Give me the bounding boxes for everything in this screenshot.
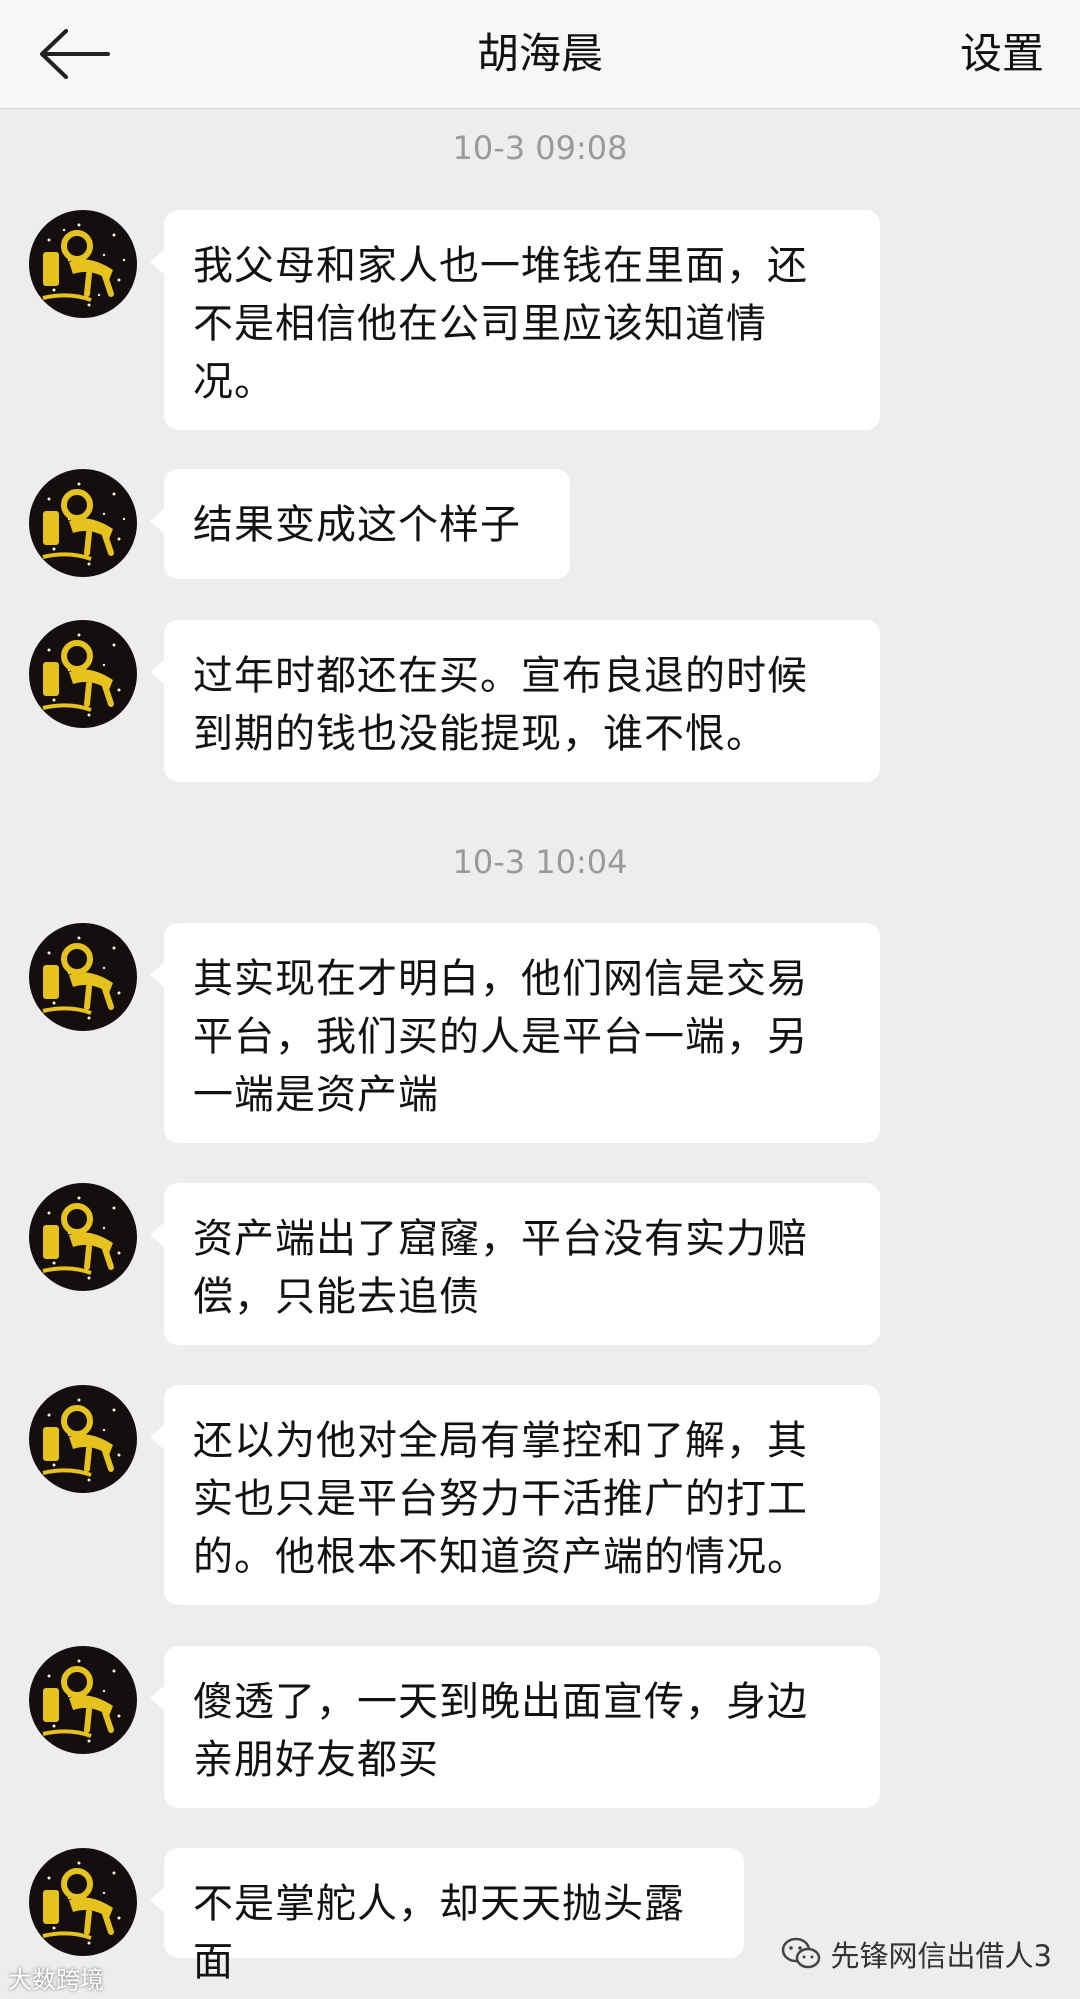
lion-avatar-icon [42, 1861, 121, 1945]
message-bubble[interactable]: 还以为他对全局有掌控和了解，其 实也只是平台努力干活推广的打工 的。他根本不知道… [150, 1385, 880, 1605]
lion-avatar-icon [42, 633, 121, 717]
chat-title: 胡海晨 [476, 29, 603, 78]
avatar[interactable] [29, 620, 137, 728]
avatar[interactable] [29, 1848, 137, 1956]
timestamp: 10-3 10:04 [452, 843, 628, 881]
message-bubble[interactable]: 我父母和家人也一堆钱在里面，还 不是相信他在公司里应该知道情 况。 [150, 210, 880, 430]
avatar[interactable] [29, 469, 137, 577]
lion-avatar-icon [42, 223, 126, 307]
avatar[interactable] [29, 210, 137, 318]
chat-header: 胡海晨 设置 [0, 0, 1080, 109]
watermark-left: 大数跨境 [8, 1966, 104, 1994]
lion-avatar-icon [42, 1196, 121, 1280]
message-bubble[interactable]: 结果变成这个样子 [150, 469, 570, 579]
avatar[interactable] [29, 1385, 137, 1493]
lion-avatar-icon [42, 936, 121, 1020]
lion-avatar-icon [42, 482, 126, 566]
lion-avatar-icon [42, 1659, 121, 1743]
message-bubble[interactable]: 资产端出了窟窿，平台没有实力赔 偿，只能去追债 [150, 1183, 880, 1345]
message-bubble[interactable]: 不是掌舵人，却天天抛头露面 [150, 1848, 744, 1985]
avatar[interactable] [29, 1646, 137, 1754]
message-bubble[interactable]: 其实现在才明白，他们网信是交易 平台，我们买的人是平台一端，另 一端是资产端 [150, 923, 880, 1143]
wechat-icon [781, 1937, 820, 1969]
lion-avatar-icon [42, 1398, 121, 1482]
timestamp: 10-3 09:08 [452, 129, 628, 167]
message-bubble[interactable]: 过年时都还在买。宣布良退的时候 到期的钱也没能提现，谁不恨。 [150, 620, 880, 782]
avatar[interactable] [29, 923, 137, 1031]
avatar[interactable] [29, 1183, 137, 1291]
message-bubble[interactable]: 傻透了，一天到晚出面宣传，身边 亲朋好友都买 [150, 1646, 880, 1808]
watermark-right-label: 先锋网信出借人3 [830, 1939, 1052, 1973]
settings-button[interactable]: 设置 [960, 24, 1044, 84]
watermark-right: 先锋网信出借人3 [781, 1933, 1052, 1975]
